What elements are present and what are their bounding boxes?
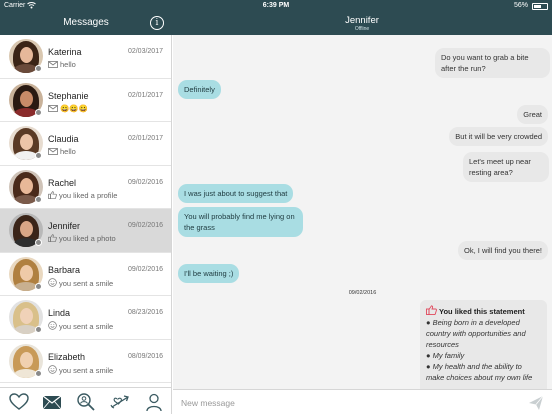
contact-row[interactable]: Rachel 09/02/2016 you liked a profile	[0, 166, 171, 209]
contact-preview-text: hello	[60, 60, 76, 69]
contact-preview: hello	[48, 147, 76, 156]
contact-preview-text: you liked a profile	[59, 190, 118, 200]
contact-row[interactable]: Claudia 02/01/2017 hello	[0, 122, 171, 166]
chat-thread[interactable]: Do you want to grab a bite after the run…	[173, 35, 552, 389]
battery-percent: 56%	[513, 2, 528, 9]
contact-preview-text: 😀😀😀	[60, 103, 89, 113]
contact-name: Rachel	[48, 177, 77, 188]
contact-row[interactable]: Katerina 02/03/2017 hello	[0, 35, 171, 79]
offline-status-dot	[35, 239, 42, 246]
search-people-icon[interactable]	[76, 392, 96, 412]
offline-status-dot	[35, 195, 42, 203]
profile-icon[interactable]	[144, 392, 164, 412]
sidebar-title: Messages	[63, 17, 109, 28]
clock: 6:39 PM	[262, 2, 290, 9]
message-bubble-outgoing: But it will be very crowded	[449, 127, 548, 146]
contact-preview: hello	[48, 60, 76, 69]
offline-status-dot	[35, 108, 42, 116]
contact-name: Claudia	[48, 134, 79, 144]
battery-icon	[532, 3, 548, 10]
liked-statement-item: ● Being born in a developed country with…	[426, 318, 526, 349]
contact-date: 02/01/2017	[127, 135, 163, 142]
info-icon[interactable]: i	[150, 16, 164, 30]
liked-statement-title: You liked this statement	[426, 305, 541, 317]
offline-status-dot	[35, 282, 42, 290]
message-bubble-incoming: I'll be waiting ;)	[178, 264, 240, 283]
date-separator: 09/02/2016	[348, 290, 377, 296]
envelope-icon	[48, 148, 58, 155]
envelope-icon	[48, 104, 58, 112]
liked-statement-item: ● My family	[426, 351, 465, 360]
offline-status-dot	[35, 65, 42, 72]
liked-statement-item-text: My family	[432, 351, 465, 360]
offline-status-dot	[35, 369, 42, 377]
contact-row[interactable]: Stephanie 02/01/2017 😀😀😀	[0, 79, 171, 122]
new-message-input[interactable]	[181, 396, 511, 410]
liked-statement-card: You liked this statement ● Being born in…	[420, 300, 547, 389]
smile-icon	[48, 364, 57, 374]
offline-status-dot	[35, 326, 42, 333]
chat-contact-name: Jennifer	[345, 15, 379, 26]
contact-row[interactable]: Elizabeth 08/09/2016 you sent a smile	[0, 340, 171, 383]
tab-bar	[0, 387, 172, 414]
contact-date: 09/02/2016	[127, 222, 163, 229]
message-composer	[173, 389, 552, 414]
message-bubble-outgoing: Let's meet up near resting area?	[463, 152, 549, 182]
contact-date: 08/09/2016	[127, 352, 163, 360]
contact-name: Katerina	[48, 47, 82, 57]
contact-preview-text: you liked a photo	[59, 234, 116, 243]
contact-preview: you sent a smile	[48, 321, 113, 331]
contact-preview-text: you sent a smile	[59, 365, 114, 375]
contact-name: Barbara	[48, 264, 81, 275]
envelope-icon[interactable]	[42, 392, 62, 412]
contact-row[interactable]: Jennifer 09/02/2016 you liked a photo	[0, 209, 171, 253]
contact-preview: you liked a photo	[48, 234, 116, 243]
contact-preview-text: hello	[60, 147, 76, 156]
contact-row[interactable]: Barbara 09/02/2016 you sent a smile	[0, 253, 171, 296]
contact-row[interactable]: Linda 08/23/2016 you sent a smile	[0, 296, 171, 340]
liked-statement-title-text: You liked this statement	[439, 307, 525, 316]
contact-name: Jennifer	[48, 221, 81, 231]
send-icon[interactable]	[528, 395, 544, 411]
liked-statement-item-text: Being born in a developed country with o…	[426, 318, 526, 349]
cupid-arrow-icon[interactable]	[110, 392, 130, 412]
offline-status-dot	[35, 152, 42, 159]
smile-icon	[48, 321, 57, 330]
contact-preview: 😀😀😀	[48, 104, 88, 113]
contact-preview-text: you sent a smile	[59, 278, 114, 288]
message-bubble-outgoing: Do you want to grab a bite after the run…	[435, 48, 550, 78]
contact-preview-text: you sent a smile	[59, 322, 114, 331]
sidebar-header: Messages i	[0, 12, 172, 35]
liked-statement-item-text: My health and the ability to make choice…	[426, 362, 533, 382]
thumbs-up-icon	[48, 234, 57, 242]
envelope-icon	[48, 61, 58, 68]
contact-date: 08/23/2016	[127, 309, 163, 316]
heart-icon[interactable]	[9, 392, 29, 412]
contact-date: 09/02/2016	[127, 265, 163, 273]
thumbs-up-icon	[48, 190, 57, 199]
message-bubble-incoming: I was just about to suggest that	[178, 184, 294, 203]
contact-name: Stephanie	[48, 90, 89, 101]
chat-contact-status: Offline	[354, 26, 370, 32]
message-bubble-incoming: Definitely	[178, 80, 221, 99]
contact-date: 09/02/2016	[127, 178, 163, 186]
smile-icon	[48, 277, 57, 287]
contact-name: Elizabeth	[48, 351, 86, 362]
message-bubble-outgoing: Ok, I will find you there!	[458, 241, 548, 260]
contact-date: 02/01/2017	[127, 91, 163, 99]
thumbs-up-icon	[426, 305, 437, 316]
contact-preview: you sent a smile	[48, 364, 114, 375]
contact-list[interactable]: Katerina 02/03/2017 hello Stephanie 02/01/20…	[0, 35, 172, 387]
status-bar: Carrier 6:39 PM 56%	[0, 0, 552, 12]
liked-statement-item: ● My health and the ability to make choi…	[426, 362, 533, 382]
message-bubble-outgoing: Great	[517, 105, 548, 124]
contact-name: Linda	[48, 308, 71, 318]
chat-header: Jennifer Offline	[172, 12, 552, 35]
message-bubble-incoming: You will probably find me lying on the g…	[178, 207, 303, 237]
contact-preview: you liked a profile	[48, 191, 117, 200]
contact-date: 02/03/2017	[127, 48, 163, 55]
contact-preview: you sent a smile	[48, 277, 114, 288]
